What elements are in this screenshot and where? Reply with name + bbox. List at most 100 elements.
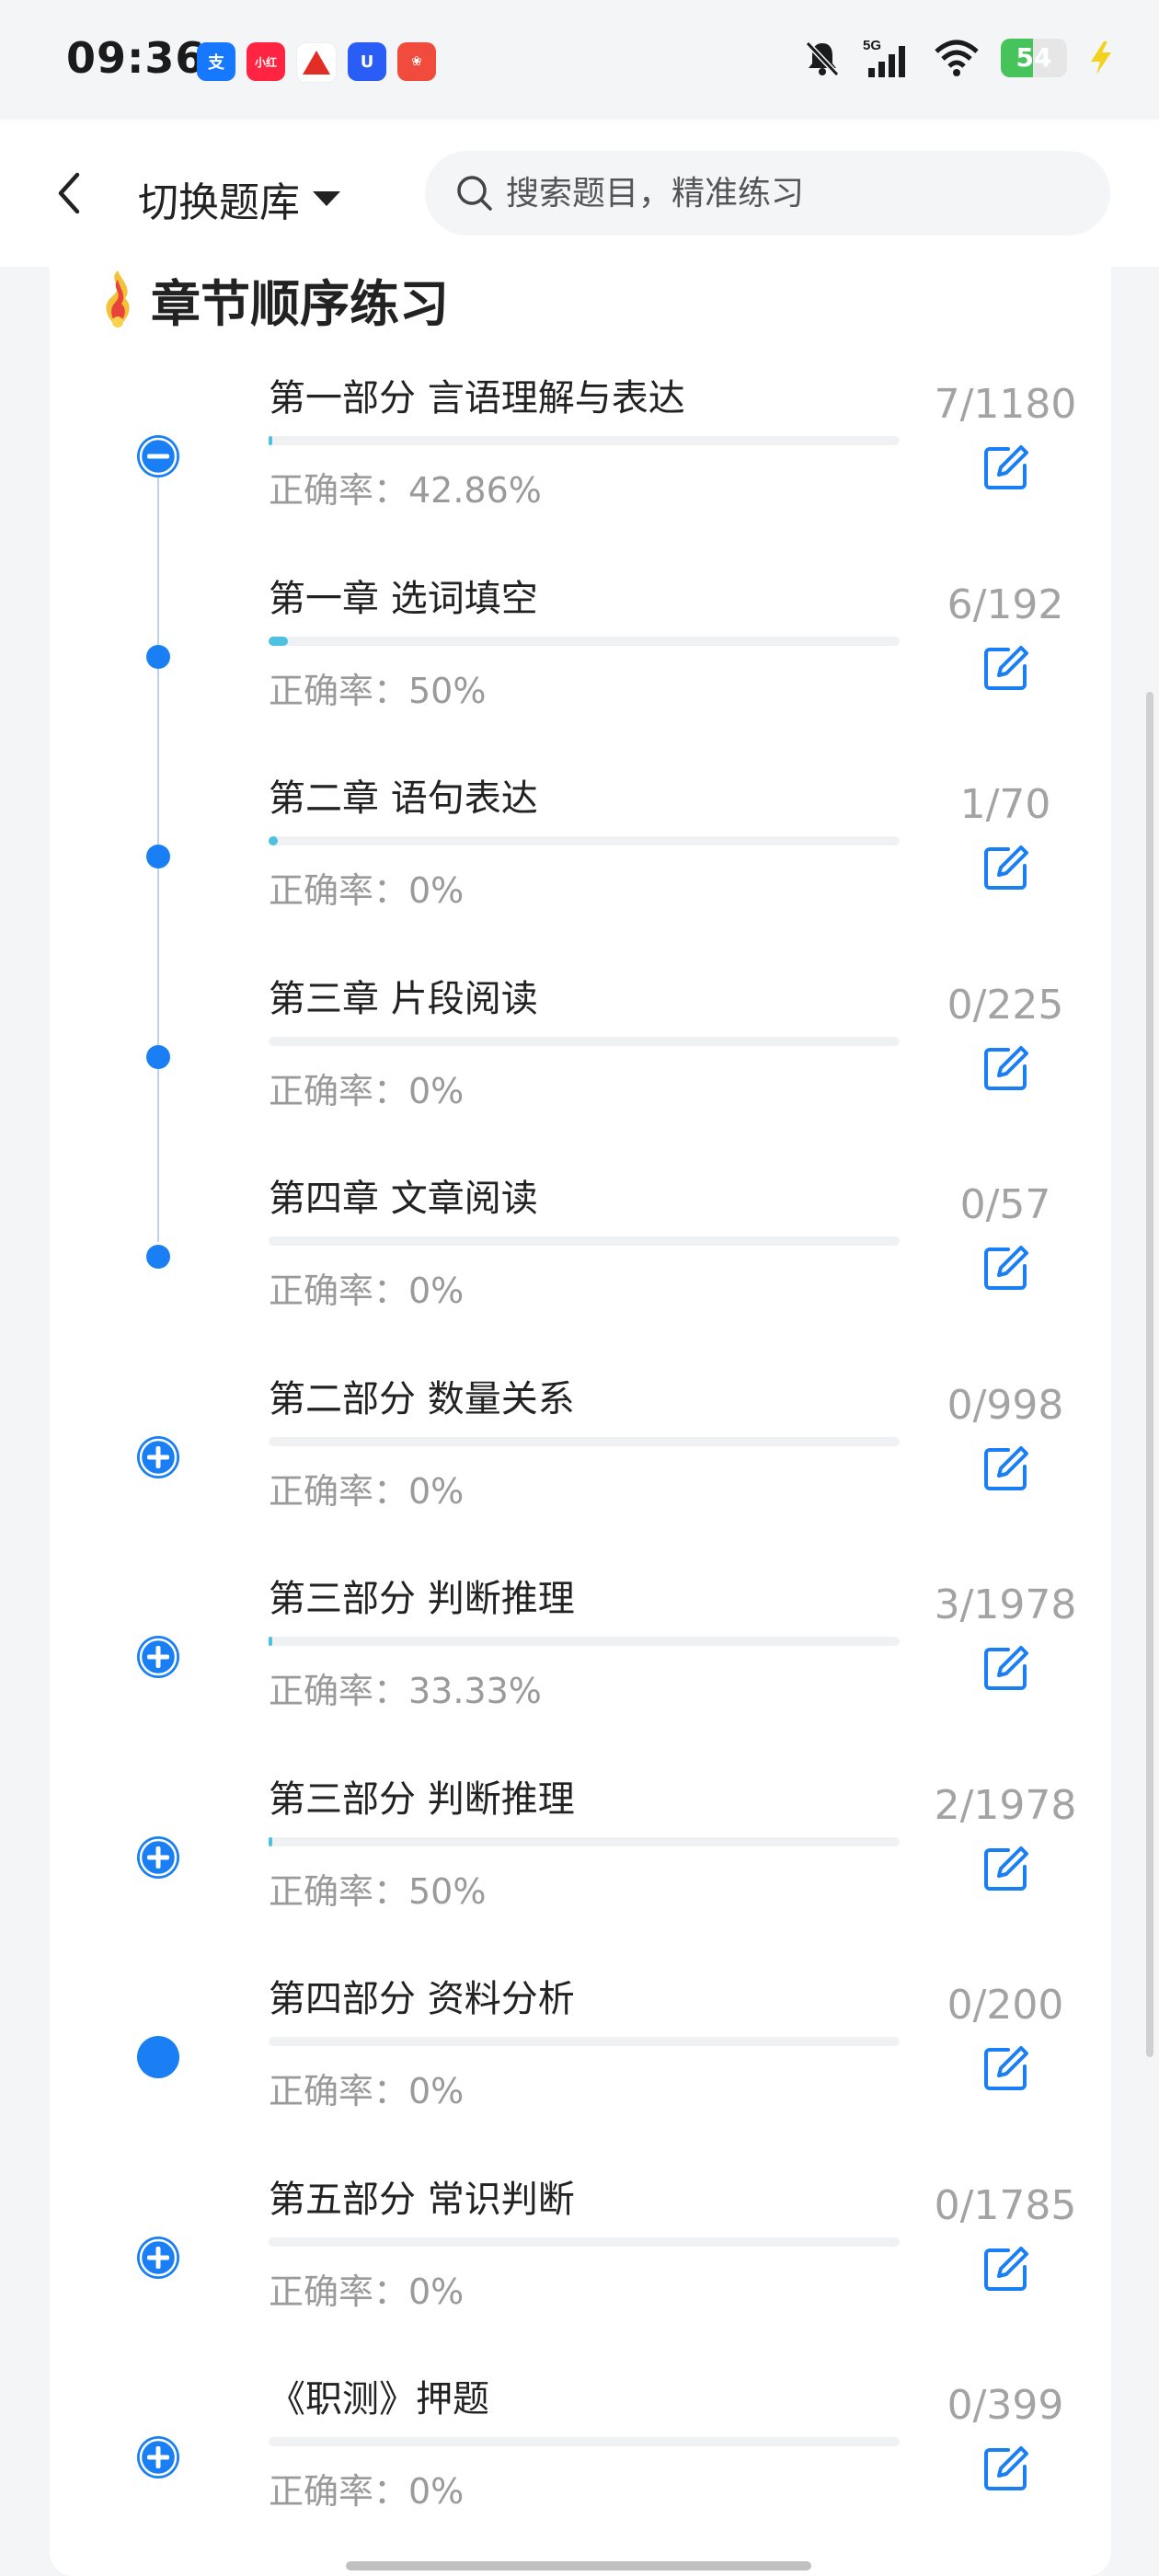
question-count: 6/192 xyxy=(947,581,1064,628)
chapter-row[interactable]: 《职测》押题 正确率：0% 0/399 xyxy=(0,2369,1159,2569)
progress-fill xyxy=(269,436,273,445)
timeline-dot xyxy=(146,644,170,669)
practice-edit-icon[interactable] xyxy=(981,2243,1032,2294)
expand-icon[interactable] xyxy=(135,2434,181,2480)
chapter-title: 第一章 选词填空 xyxy=(269,577,538,620)
progress-fill xyxy=(269,636,289,646)
practice-edit-icon[interactable] xyxy=(981,2042,1032,2094)
progress-bar xyxy=(269,1637,900,1646)
progress-bar xyxy=(269,2037,900,2046)
question-count: 0/1785 xyxy=(934,2181,1077,2229)
nav-bar: 切换题库 xyxy=(0,120,1159,267)
chapter-row[interactable]: 第三部分 判断推理 正确率：33.33% 3/1978 xyxy=(0,1569,1159,1768)
back-button[interactable] xyxy=(48,167,94,219)
expand-icon[interactable] xyxy=(135,2235,181,2281)
timeline-dot xyxy=(146,1044,170,1069)
battery-indicator: 54 xyxy=(1001,39,1067,77)
accuracy-text: 正确率：0% xyxy=(269,2071,465,2111)
status-clock: 09:36 xyxy=(66,33,206,83)
question-count: 7/1180 xyxy=(934,381,1077,428)
accuracy-text: 正确率：0% xyxy=(269,2271,465,2312)
accuracy-text: 正确率：0% xyxy=(269,1470,465,1512)
mute-bell-icon xyxy=(805,40,840,77)
progress-bar xyxy=(269,1836,900,1846)
chapter-row[interactable]: 第四章 文章阅读 正确率：0% 0/57 xyxy=(0,1168,1159,1368)
progress-bar xyxy=(269,1436,900,1446)
section-node-icon[interactable] xyxy=(135,2034,181,2080)
question-count: 1/70 xyxy=(959,781,1051,828)
chapter-title: 第三部分 判断推理 xyxy=(269,1777,575,1821)
accuracy-text: 正确率：50% xyxy=(269,670,487,711)
wifi-icon xyxy=(935,40,979,76)
switch-bank-button[interactable]: 切换题库 xyxy=(138,169,342,228)
fire-icon xyxy=(106,270,130,328)
charging-bolt-icon xyxy=(1091,41,1111,75)
expand-icon[interactable] xyxy=(135,1434,181,1480)
chapter-title: 第四章 文章阅读 xyxy=(269,1178,538,1220)
expand-icon[interactable] xyxy=(135,1834,181,1880)
chapter-title: 《职测》押题 xyxy=(269,2378,489,2421)
chapter-row[interactable]: 第二章 语句表达 正确率：0% 1/70 xyxy=(0,768,1159,968)
progress-fill xyxy=(269,1836,272,1846)
question-count: 0/998 xyxy=(947,1381,1064,1429)
practice-edit-icon[interactable] xyxy=(981,642,1032,694)
chapter-title: 第四部分 资料分析 xyxy=(269,1978,575,2020)
question-count: 0/200 xyxy=(947,1982,1064,2029)
search-bar[interactable] xyxy=(425,151,1110,236)
caret-down-icon xyxy=(313,191,340,206)
accuracy-text: 正确率：50% xyxy=(269,1870,487,1912)
question-count: 0/57 xyxy=(959,1181,1051,1228)
chapter-row[interactable]: 第三部分 判断推理 正确率：50% 2/1978 xyxy=(0,1769,1159,1969)
question-count: 2/1978 xyxy=(934,1781,1077,1829)
chapter-row[interactable]: 第一章 选词填空 正确率：50% 6/192 xyxy=(0,569,1159,768)
xiaohongshu-icon: 小红 xyxy=(247,42,285,81)
chapter-row[interactable]: 第一部分 言语理解与表达 正确率：42.86% 7/1180 xyxy=(0,368,1159,568)
system-icons: 5G 54 xyxy=(802,37,1115,79)
chapter-row[interactable]: 第二部分 数量关系 正确率：0% 0/998 xyxy=(0,1369,1159,1569)
accuracy-text: 正确率：0% xyxy=(269,2471,465,2512)
practice-edit-icon[interactable] xyxy=(981,1242,1032,1294)
chapter-title: 第五部分 常识判断 xyxy=(269,2178,575,2221)
pdd-icon xyxy=(296,42,337,83)
question-count: 0/225 xyxy=(947,981,1064,1029)
progress-bar xyxy=(269,1036,900,1046)
practice-edit-icon[interactable] xyxy=(981,1642,1032,1694)
signal-5g-icon: 5G xyxy=(863,38,905,77)
chapter-row[interactable]: 第四部分 资料分析 正确率：0% 0/200 xyxy=(0,1969,1159,2168)
progress-bar xyxy=(269,636,900,646)
search-input[interactable] xyxy=(504,173,1060,213)
accuracy-text: 正确率：0% xyxy=(269,1271,465,1311)
alipay-icon: 支 xyxy=(197,42,235,81)
scrollbar[interactable] xyxy=(1146,692,1153,2057)
practice-edit-icon[interactable] xyxy=(981,1843,1032,1894)
expand-icon[interactable] xyxy=(135,1634,181,1680)
practice-edit-icon[interactable] xyxy=(981,1042,1032,1094)
practice-edit-icon[interactable] xyxy=(981,842,1032,893)
collapse-icon[interactable] xyxy=(135,433,181,479)
tmall-icon: U xyxy=(348,42,386,81)
home-indicator[interactable] xyxy=(346,2561,811,2570)
search-icon xyxy=(457,176,492,211)
battery-level: 54 xyxy=(1016,42,1052,73)
accuracy-text: 正确率：0% xyxy=(269,1070,465,1111)
chapter-title: 第二章 语句表达 xyxy=(269,777,538,820)
practice-edit-icon[interactable] xyxy=(981,1443,1032,1494)
progress-fill xyxy=(269,836,278,845)
chapter-title: 第二部分 数量关系 xyxy=(269,1377,575,1420)
progress-bar xyxy=(269,436,900,445)
chapter-title: 第三部分 判断推理 xyxy=(269,1578,575,1620)
progress-bar xyxy=(269,836,900,845)
timeline-dot xyxy=(146,845,170,868)
chapter-title: 第三章 片段阅读 xyxy=(269,977,538,1020)
question-count: 3/1978 xyxy=(934,1581,1077,1628)
practice-edit-icon[interactable] xyxy=(981,2443,1032,2494)
chapter-row[interactable]: 第五部分 常识判断 正确率：0% 0/1785 xyxy=(0,2169,1159,2369)
accuracy-text: 正确率：33.33% xyxy=(269,1671,542,1711)
chapter-title: 第一部分 言语理解与表达 xyxy=(269,377,685,420)
taobao-icon: ❀ xyxy=(397,42,436,81)
switch-bank-label: 切换题库 xyxy=(138,179,300,226)
practice-edit-icon[interactable] xyxy=(981,442,1032,493)
chapter-row[interactable]: 第三章 片段阅读 正确率：0% 0/225 xyxy=(0,969,1159,1168)
question-count: 0/399 xyxy=(947,2382,1064,2429)
progress-bar xyxy=(269,2437,900,2446)
